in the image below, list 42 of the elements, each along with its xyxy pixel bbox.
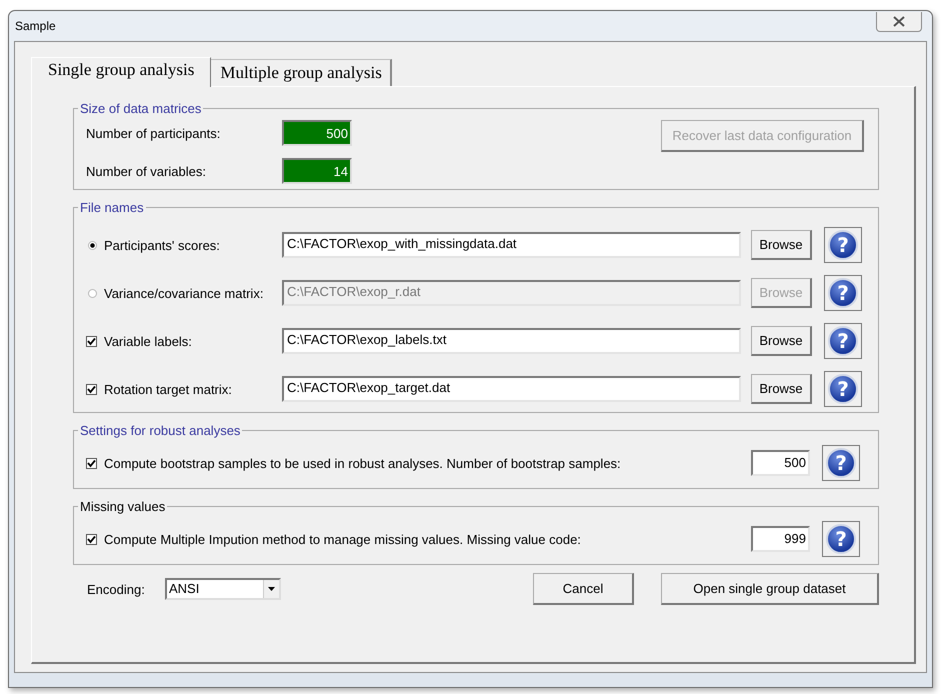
checkbox[interactable] — [86, 384, 97, 394]
number-field[interactable]: 14 — [282, 158, 352, 184]
number-field[interactable]: 999 — [751, 526, 810, 552]
option-label: Variable labels: — [104, 334, 193, 348]
option-label: Rotation target matrix: — [104, 382, 233, 396]
path-field[interactable]: C:\FACTOR\exop_with_missingdata.dat — [282, 232, 741, 258]
window-title: Sample — [15, 19, 56, 33]
checkbox[interactable] — [86, 534, 97, 544]
number-field[interactable]: 500 — [751, 450, 810, 476]
help-button[interactable]: ? — [828, 230, 858, 260]
help-button[interactable]: ? — [826, 448, 856, 478]
group-title: Missing values — [79, 499, 166, 514]
checkbox[interactable] — [86, 336, 97, 346]
path-field[interactable]: C:\FACTOR\exop_labels.txt — [282, 328, 741, 354]
close-button[interactable] — [876, 12, 922, 32]
browse-button[interactable]: Browse — [751, 326, 812, 356]
caret-icon — [268, 587, 275, 591]
help-button[interactable]: ? — [826, 524, 856, 554]
field-label: Number of participants: — [86, 126, 222, 140]
help-button[interactable]: ? — [828, 326, 858, 356]
number-field[interactable]: 500 — [282, 120, 352, 146]
radio-button[interactable] — [88, 240, 97, 250]
field-label: Number of variables: — [86, 164, 207, 178]
browse-button[interactable]: Browse — [751, 374, 812, 404]
option-label: Participants' scores: — [104, 238, 221, 252]
close-icon — [893, 16, 905, 27]
browse-button[interactable]: Browse — [751, 230, 812, 260]
encoding-label: Encoding: — [87, 582, 146, 596]
option-label: Compute bootstrap samples to be used in robust analyses. Number of bootstrap samples: — [104, 456, 622, 470]
help-button[interactable]: ? — [828, 374, 858, 404]
tab[interactable]: Single group analysis — [31, 57, 212, 87]
checkbox[interactable] — [86, 458, 97, 468]
option-label: Variance/covariance matrix: — [104, 286, 264, 300]
option-label: Compute Multiple Impution method to manage missing values. Missing value code: — [104, 532, 582, 546]
path-field[interactable]: C:\FACTOR\exop_target.dat — [282, 376, 741, 402]
encoding-dropdown[interactable]: ANSI — [165, 578, 281, 600]
dialog-button[interactable]: Open single group dataset — [661, 573, 879, 605]
group-title: Settings for robust analyses — [79, 423, 242, 438]
group-title: File names — [79, 200, 145, 215]
dialog-button[interactable]: Cancel — [533, 573, 634, 605]
tab[interactable]: Multiple group analysis — [211, 59, 392, 86]
group-title: Size of data matrices — [79, 101, 202, 116]
